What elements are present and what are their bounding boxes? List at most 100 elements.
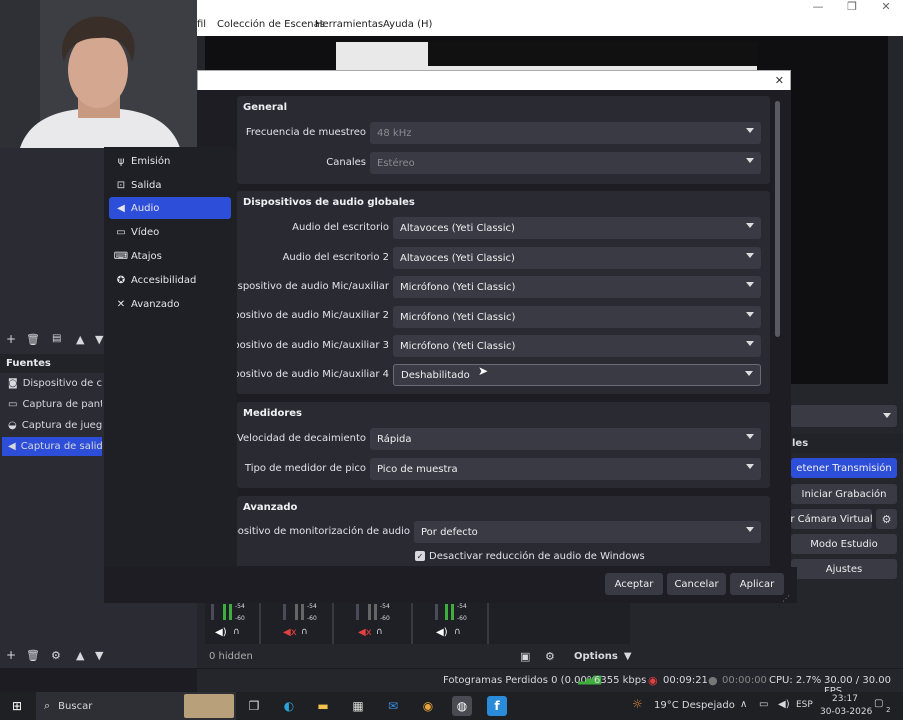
edge-icon[interactable]: ◐: [279, 696, 299, 716]
move-up-icon[interactable]: ▲: [76, 333, 84, 346]
mic-aux-select[interactable]: Micrófono (Yeti Classic): [393, 276, 761, 298]
desktop-audio-2-select[interactable]: Altavoces (Yeti Classic): [393, 247, 761, 269]
stop-stream-button[interactable]: etener Transmisión: [791, 458, 897, 478]
decay-label: Velocidad de decaimiento: [237, 433, 366, 444]
close-window-button[interactable]: ✕: [871, 0, 901, 13]
studio-mode-button[interactable]: Modo Estudio: [791, 534, 897, 554]
menu-item-scene-collection[interactable]: Colección de Escenas: [217, 19, 325, 30]
chevron-down-icon: [883, 413, 891, 418]
source-properties-gear-icon[interactable]: ⚙: [51, 649, 61, 662]
decay-rate-select[interactable]: Rápida: [370, 428, 761, 450]
add-source-icon[interactable]: +: [6, 648, 16, 662]
db-mark: -54: [380, 603, 390, 610]
source-item[interactable]: ▭Captura de pantal: [2, 395, 102, 414]
menu-item-help[interactable]: Ayuda (H): [383, 19, 432, 30]
general-group: General Frecuencia de muestreo 48 kHz Ca…: [237, 96, 770, 184]
mixer-settings-icon[interactable]: ⚙: [545, 650, 555, 663]
windows-start-icon[interactable]: ⊞: [7, 696, 27, 716]
ducking-checkbox[interactable]: ✓: [415, 551, 425, 561]
volume-icon[interactable]: ◀): [436, 627, 448, 638]
sample-rate-select[interactable]: 48 kHz: [370, 122, 761, 144]
add-scene-icon[interactable]: +: [6, 332, 16, 346]
start-recording-button[interactable]: Iniciar Grabación: [791, 484, 897, 504]
mixer-hidden-count: 0 hidden: [209, 651, 253, 662]
trash-icon[interactable]: 🗑: [26, 333, 40, 346]
channels-select[interactable]: Estéreo: [370, 152, 761, 174]
accept-button[interactable]: Aceptar: [605, 573, 663, 595]
clock-date[interactable]: 30-03-2026: [820, 707, 872, 717]
sidebar-item-accessibility[interactable]: ✪ Accesibilidad: [109, 269, 231, 291]
person-image: [0, 0, 197, 148]
task-view-icon[interactable]: ❐: [244, 696, 264, 716]
chrome-icon[interactable]: ◉: [418, 696, 438, 716]
desktop-audio-select[interactable]: Altavoces (Yeti Classic): [393, 217, 761, 239]
audio-settings-panel: General Frecuencia de muestreo 48 kHz Ca…: [237, 96, 770, 566]
speaker-tray-icon[interactable]: ◀): [778, 699, 790, 710]
mic-aux-3-select[interactable]: Micrófono (Yeti Classic): [393, 335, 761, 357]
mic-aux-4-select[interactable]: Deshabilitado: [393, 364, 761, 386]
output-icon: ⊡: [116, 179, 126, 191]
mouse-cursor-icon: ➤: [478, 364, 489, 378]
sidebar-item-output[interactable]: ⊡ Salida: [109, 174, 231, 196]
menu-item-tools[interactable]: Herramientas: [315, 19, 383, 30]
store-icon[interactable]: ▦: [348, 696, 368, 716]
db-mark: -60: [457, 615, 467, 622]
transition-select[interactable]: [790, 405, 897, 427]
chevron-down-icon: [746, 128, 754, 133]
headphones-icon[interactable]: ∩: [233, 627, 240, 637]
minimize-button[interactable]: —: [803, 0, 833, 13]
virtual-camera-gear-icon[interactable]: ⚙: [876, 509, 897, 529]
status-bar: Fotogramas Perdidos 0 (0.00%) ▂▄▆ 6355 k…: [197, 669, 903, 697]
sidebar-item-advanced[interactable]: ✕ Avanzado: [109, 293, 231, 315]
headphones-icon[interactable]: ∩: [376, 627, 383, 637]
settings-button[interactable]: Ajustes: [791, 559, 897, 579]
chevron-down-icon: [746, 341, 754, 346]
headphones-icon[interactable]: ∩: [301, 627, 308, 637]
notification-icon[interactable]: ▢: [874, 698, 883, 709]
sidebar-item-video[interactable]: ▭ Vídeo: [109, 221, 231, 243]
mic-aux-2-select[interactable]: Micrófono (Yeti Classic): [393, 306, 761, 328]
peak-meter-select[interactable]: Pico de muestra: [370, 458, 761, 480]
taskbar-search[interactable]: ⌕ Buscar: [36, 692, 236, 720]
cancel-button[interactable]: Cancelar: [667, 573, 726, 595]
volume-icon[interactable]: ◀): [215, 627, 227, 638]
sidebar-item-stream[interactable]: ψ Emisión: [109, 150, 231, 172]
muted-volume-icon[interactable]: ◀x: [283, 627, 297, 638]
close-icon[interactable]: ✕: [775, 74, 784, 87]
resize-grip-icon[interactable]: ⋰: [782, 594, 790, 603]
db-mark: -60: [235, 615, 245, 622]
sidebar-item-audio[interactable]: ◀ Audio: [109, 197, 231, 219]
source-up-icon[interactable]: ▲: [76, 649, 84, 662]
maximize-button[interactable]: ❐: [837, 0, 867, 13]
file-explorer-icon[interactable]: ▬: [313, 696, 333, 716]
clock-time[interactable]: 23:17: [832, 694, 858, 704]
menu-item-file[interactable]: fil: [197, 19, 206, 30]
caret-down-icon: ▼: [623, 650, 632, 662]
remove-source-icon[interactable]: 🗑: [26, 649, 40, 662]
sample-rate-label: Frecuencia de muestreo: [245, 127, 366, 138]
monitor-icon: ▭: [8, 399, 18, 410]
f-app-icon[interactable]: f: [487, 696, 507, 716]
sidebar-item-hotkeys[interactable]: ⌨ Atajos: [109, 245, 231, 267]
tray-chevron-icon[interactable]: ∧: [740, 699, 747, 710]
options-menu[interactable]: Options ▼: [566, 646, 632, 666]
muted-volume-icon[interactable]: ◀x: [358, 627, 372, 638]
group-title: General: [243, 102, 287, 113]
source-item[interactable]: ◀ Captura de salida: [2, 437, 102, 456]
move-down-icon[interactable]: ▼: [95, 333, 103, 346]
source-item[interactable]: ◒ Captura de juego: [2, 416, 102, 435]
virtual-camera-button[interactable]: r Cámara Virtual: [791, 509, 872, 529]
apply-button[interactable]: Aplicar: [730, 573, 784, 595]
settings-scrollbar[interactable]: [775, 101, 780, 337]
source-down-icon[interactable]: ▼: [95, 649, 103, 662]
obs-icon[interactable]: ◍: [452, 696, 472, 716]
monitoring-device-select[interactable]: Por defecto: [414, 521, 761, 543]
network-icon[interactable]: ▭: [759, 699, 768, 710]
language-indicator[interactable]: ESP: [796, 700, 813, 710]
chevron-down-icon: [745, 371, 753, 376]
mixer-layout-icon[interactable]: ▣: [520, 650, 530, 663]
headphones-icon[interactable]: ∩: [454, 627, 461, 637]
filter-icon[interactable]: ▤: [52, 333, 61, 344]
mail-icon[interactable]: ✉: [383, 696, 403, 716]
source-item[interactable]: ◙Dispositivo de cap: [2, 374, 102, 393]
